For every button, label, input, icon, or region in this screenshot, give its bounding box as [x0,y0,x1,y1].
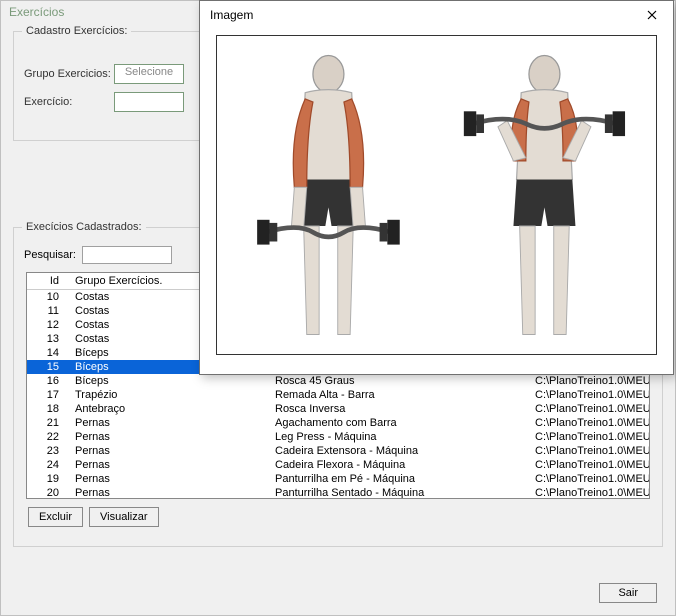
cell-exercicio: Cadeira Extensora - Máquina [271,444,531,458]
grupo-select[interactable]: Selecione [114,64,184,84]
cell-exercicio: Remada Alta - Barra [271,388,531,402]
visualizar-button[interactable]: Visualizar [89,507,159,527]
cell-path: C:\PlanoTreino1.0\MEUS_DOCUME [531,416,649,430]
grupo-label: Grupo Exercicios: [24,68,114,80]
dialog-titlebar[interactable]: Imagem [200,1,673,29]
cell-id: 20 [27,486,71,499]
cell-path: C:\PlanoTreino1.0\MEUS_DOCUME [531,402,649,416]
cell-id: 12 [27,318,71,332]
cell-grupo: Pernas [71,458,271,472]
sair-button[interactable]: Sair [599,583,657,603]
cell-id: 15 [27,360,71,374]
cell-grupo: Antebraço [71,402,271,416]
cell-exercicio: Panturrilha em Pé - Máquina [271,472,531,486]
cell-grupo: Pernas [71,486,271,499]
cell-id: 23 [27,444,71,458]
table-row[interactable]: 20PernasPanturrilha Sentado - MáquinaC:\… [27,486,649,499]
table-row[interactable]: 17TrapézioRemada Alta - BarraC:\PlanoTre… [27,388,649,402]
close-icon[interactable] [631,1,673,29]
cell-grupo: Pernas [71,472,271,486]
table-row[interactable]: 23PernasCadeira Extensora - MáquinaC:\Pl… [27,444,649,458]
cell-path: C:\PlanoTreino1.0\MEUS_DOCUME [531,388,649,402]
dialog-title: Imagem [210,8,253,22]
cell-path: C:\PlanoTreino1.0\MEUS_DOCUME [531,444,649,458]
exercicio-input[interactable] [114,92,184,112]
table-row[interactable]: 16BícepsRosca 45 GrausC:\PlanoTreino1.0\… [27,374,649,388]
cell-id: 16 [27,374,71,388]
cell-exercicio: Leg Press - Máquina [271,430,531,444]
pesquisar-input[interactable] [82,246,172,264]
table-row[interactable]: 19PernasPanturrilha em Pé - MáquinaC:\Pl… [27,472,649,486]
image-dialog: Imagem [199,0,674,375]
excluir-button[interactable]: Excluir [28,507,83,527]
cell-path: C:\PlanoTreino1.0\MEUS_DOCUME [531,472,649,486]
cell-grupo: Trapézio [71,388,271,402]
cell-exercicio: Rosca Inversa [271,402,531,416]
cell-id: 14 [27,346,71,360]
cell-id: 24 [27,458,71,472]
cell-exercicio: Agachamento com Barra [271,416,531,430]
exercise-figure-start-icon [225,40,432,350]
cell-id: 19 [27,472,71,486]
cell-exercicio: Rosca 45 Graus [271,374,531,388]
cell-id: 10 [27,290,71,305]
table-row[interactable]: 21PernasAgachamento com BarraC:\PlanoTre… [27,416,649,430]
cell-grupo: Bíceps [71,374,271,388]
cell-id: 18 [27,402,71,416]
cell-id: 17 [27,388,71,402]
table-row[interactable]: 24PernasCadeira Flexora - MáquinaC:\Plan… [27,458,649,472]
cell-exercicio: Panturrilha Sentado - Máquina [271,486,531,499]
table-row[interactable]: 22PernasLeg Press - MáquinaC:\PlanoTrein… [27,430,649,444]
cell-exercicio: Cadeira Flexora - Máquina [271,458,531,472]
cell-id: 11 [27,304,71,318]
exercise-image [216,35,657,355]
cell-path: C:\PlanoTreino1.0\MEUS_DOCUME [531,374,649,388]
cell-grupo: Pernas [71,430,271,444]
cell-path: C:\PlanoTreino1.0\MEUS_DOCUME [531,458,649,472]
cell-grupo: Pernas [71,444,271,458]
exercicio-label: Exercício: [24,96,114,108]
col-id[interactable]: Id [27,273,71,290]
exercise-figure-end-icon [441,40,648,350]
table-row[interactable]: 18AntebraçoRosca InversaC:\PlanoTreino1.… [27,402,649,416]
pesquisar-label: Pesquisar: [24,249,82,261]
cell-grupo: Pernas [71,416,271,430]
cadastro-legend: Cadastro Exercícios: [22,25,131,37]
cell-path: C:\PlanoTreino1.0\MEUS_DOCUME [531,486,649,499]
cell-path: C:\PlanoTreino1.0\MEUS_DOCUME [531,430,649,444]
listagem-legend: Execícios Cadastrados: [22,221,146,233]
cell-id: 21 [27,416,71,430]
cell-id: 13 [27,332,71,346]
cell-id: 22 [27,430,71,444]
